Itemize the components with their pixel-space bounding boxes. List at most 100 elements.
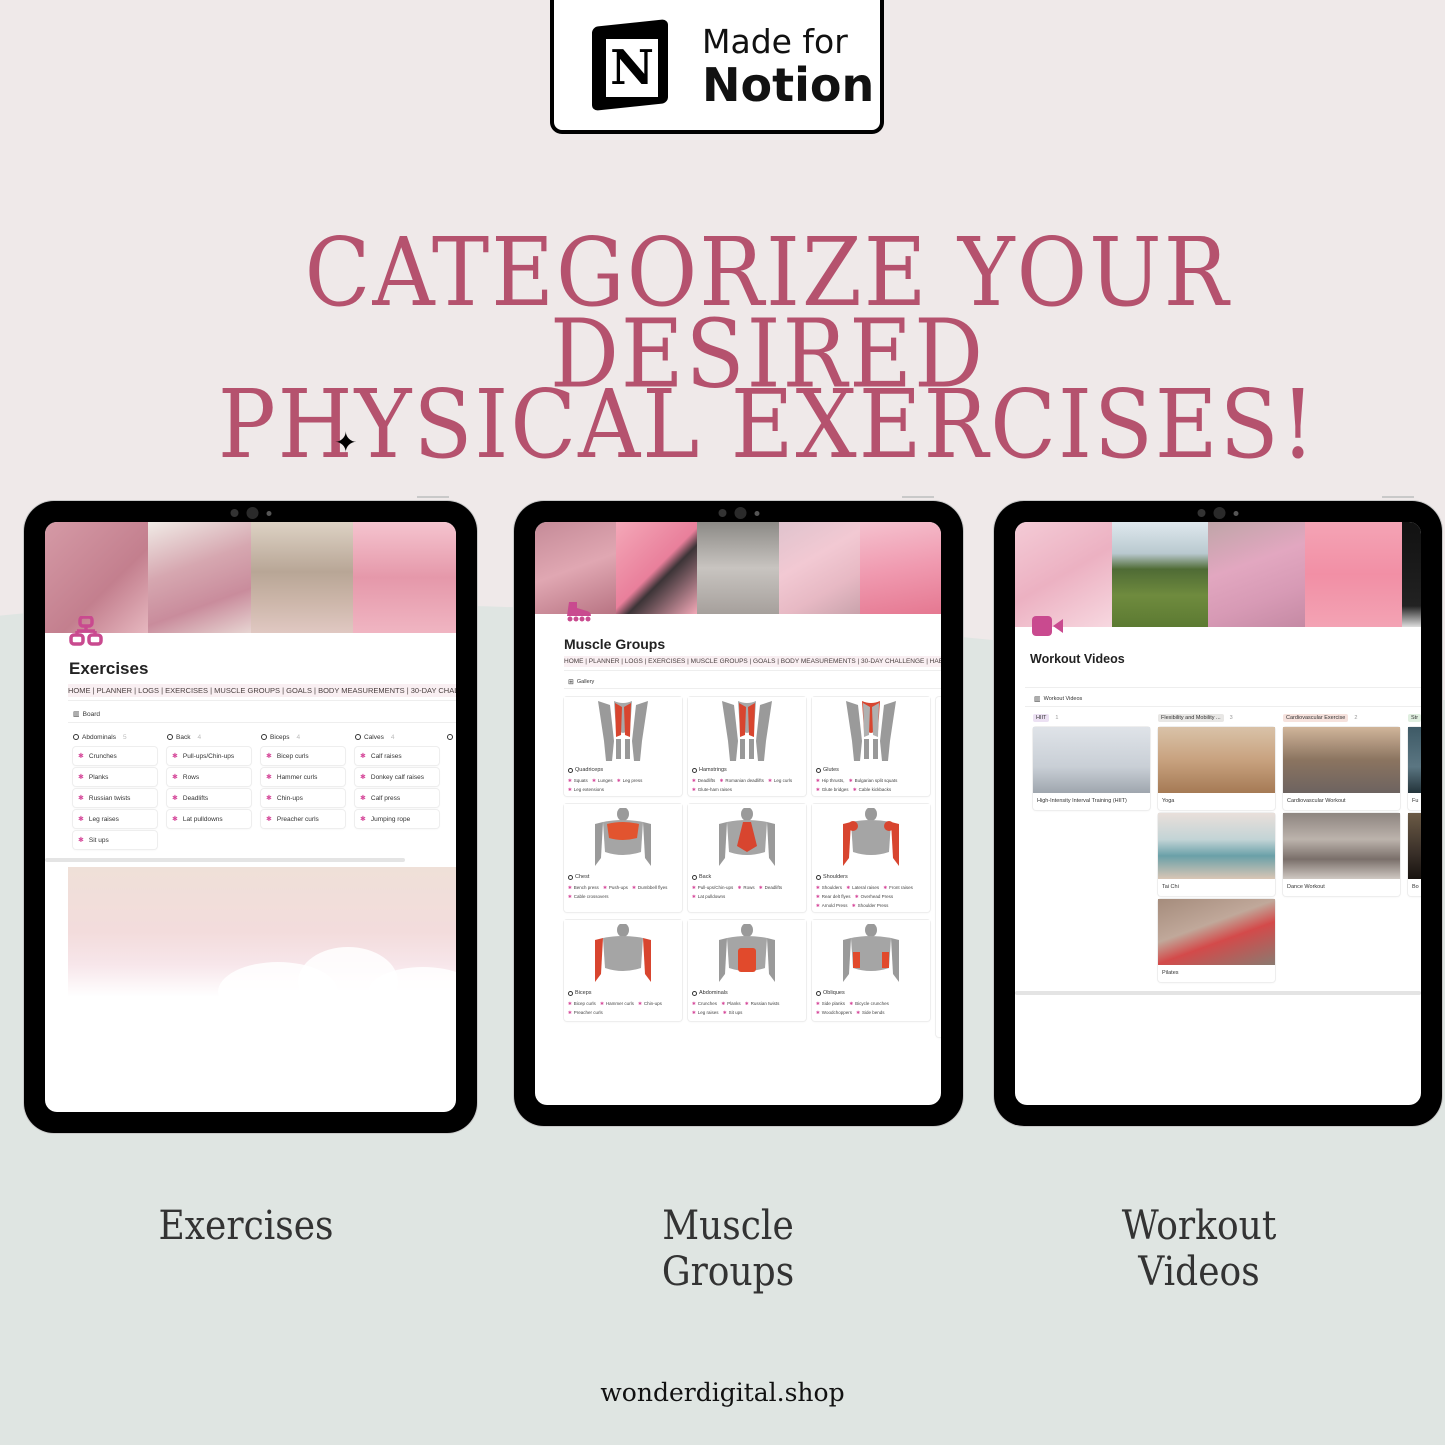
exercise-name: Chin-ups bbox=[276, 794, 303, 802]
exercise-tag: Crunches bbox=[692, 1001, 717, 1006]
status-circle-icon bbox=[568, 767, 573, 773]
view-tab-board[interactable]: ▥ Board bbox=[73, 710, 100, 719]
exercise-tags: Bicep curls Hammer curls Chin-ups Preach… bbox=[568, 999, 678, 1017]
exercise-tag: Push-ups bbox=[603, 885, 628, 890]
cover-image bbox=[535, 522, 941, 614]
video-title: Tai Chi bbox=[1162, 884, 1179, 890]
nav-breadcrumb[interactable]: HOME | PLANNER | LOGS | EXERCISES | MUSC… bbox=[68, 684, 456, 697]
muscle-group-card[interactable]: Glutes Hip thrusts, Bulgarian split squat… bbox=[812, 697, 930, 796]
video-card[interactable]: Tai Chi bbox=[1158, 813, 1275, 896]
exercise-card[interactable]: ✱ Deadlifts bbox=[167, 789, 251, 807]
video-card[interactable]: Fu bbox=[1408, 727, 1421, 810]
anatomy-image bbox=[564, 920, 682, 986]
caption-exercises: Exercises bbox=[158, 1203, 334, 1249]
caption-workout-videos: Workout Videos bbox=[1121, 1203, 1277, 1295]
group-header[interactable]: HIIT 1 bbox=[1033, 714, 1058, 722]
column-name: Abdominals bbox=[82, 733, 116, 741]
group-header[interactable]: Flexibility and Mobility ... 3 bbox=[1158, 714, 1233, 722]
video-card[interactable]: High-Intensity Interval Training (HIIT) bbox=[1033, 727, 1150, 810]
muscle-group-card[interactable]: Quadriceps Squats Lunges Leg press Leg ex… bbox=[564, 697, 682, 796]
camera bbox=[718, 507, 759, 519]
caption-muscle-groups: Muscle Groups bbox=[661, 1203, 795, 1295]
asterisk-icon: ✱ bbox=[172, 795, 178, 802]
tablet-button bbox=[1382, 496, 1414, 498]
exercise-tag: Lunges bbox=[592, 778, 613, 783]
exercise-tag: Bulgarian split squats bbox=[849, 778, 898, 783]
camera bbox=[1197, 507, 1239, 519]
column-header[interactable]: Back 4 bbox=[167, 730, 251, 744]
horizontal-scrollbar[interactable] bbox=[45, 858, 405, 862]
exercise-name: Preacher curls bbox=[276, 815, 319, 823]
view-tab-gallery[interactable]: ⊞ Gallery bbox=[568, 678, 594, 686]
video-title: High-Intensity Interval Training (HIIT) bbox=[1037, 798, 1127, 804]
made-for-notion-badge: N Made for Notion bbox=[550, 0, 884, 134]
exercise-tag: Hip thrusts, bbox=[816, 778, 845, 783]
board-column: Back 4 ✱ Pull-ups/Chin-ups ✱ Rows ✱ Deadlifts ✱ L… bbox=[167, 730, 251, 828]
video-thumbnail bbox=[1408, 813, 1421, 879]
exercise-card[interactable]: ✱ Planks bbox=[73, 768, 157, 786]
board-icon: ▥ bbox=[73, 711, 80, 718]
exercise-tag: Bench press bbox=[568, 885, 599, 890]
horizontal-scrollbar[interactable] bbox=[1015, 991, 1421, 995]
video-card[interactable]: Dance Workout bbox=[1283, 813, 1400, 896]
view-tab-workout-videos[interactable]: ▥ Workout Videos bbox=[1034, 695, 1082, 703]
exercise-tag: Pull-ups/Chin-ups bbox=[692, 885, 733, 890]
group-header[interactable]: Str bbox=[1408, 714, 1421, 722]
exercise-tag: Leg press bbox=[617, 778, 643, 783]
column-count: 4 bbox=[197, 733, 202, 741]
exercise-card[interactable]: ✱ Calf raises bbox=[355, 747, 439, 765]
muscle-groups-screen: Muscle Groups HOME | PLANNER | LOGS | EX… bbox=[535, 522, 941, 1105]
tablet-button bbox=[417, 496, 449, 498]
exercise-tags: Shoulders Lateral raises Front raises Re… bbox=[816, 883, 926, 910]
muscle-group-card[interactable]: Shoulders Shoulders Lateral raises Front … bbox=[812, 804, 930, 912]
muscle-group-card[interactable]: Biceps Bicep curls Hammer curls Chin-ups … bbox=[564, 920, 682, 1021]
exercise-tags: Squats Lunges Leg press Leg extensions bbox=[568, 776, 678, 794]
exercise-tag: Lat pulldowns bbox=[692, 894, 725, 899]
muscle-group-card[interactable]: Obliques Side planks Bicycle crunches Woo… bbox=[812, 920, 930, 1021]
muscle-group-name: Shoulders bbox=[816, 874, 930, 880]
exercise-card[interactable]: ✱ Preacher curls bbox=[261, 810, 345, 828]
video-card[interactable]: Yoga bbox=[1158, 727, 1275, 810]
video-card[interactable]: Cardiovascular Workout bbox=[1283, 727, 1400, 810]
exercise-card[interactable]: ✱ Calf press bbox=[355, 789, 439, 807]
anatomy-image bbox=[688, 697, 806, 763]
exercise-card[interactable]: ✱ Donkey calf raises bbox=[355, 768, 439, 786]
asterisk-icon: ✱ bbox=[360, 795, 366, 802]
exercise-card[interactable]: ✱ Sit ups bbox=[73, 831, 157, 849]
exercise-card[interactable]: ✱ Jumping rope bbox=[355, 810, 439, 828]
status-circle-icon bbox=[261, 734, 267, 740]
video-card[interactable]: Bo bbox=[1408, 813, 1421, 896]
muscle-group-card[interactable]: Back Pull-ups/Chin-ups Rows Deadlifts Lat… bbox=[688, 804, 806, 912]
page-title: Exercises bbox=[69, 659, 149, 678]
video-card[interactable]: Pilates bbox=[1158, 899, 1275, 982]
nav-breadcrumb[interactable]: HOME | PLANNER | LOGS | EXERCISES | MUSC… bbox=[564, 656, 941, 667]
exercise-card[interactable]: ✱ Chin-ups bbox=[261, 789, 345, 807]
muscle-group-card-partial[interactable] bbox=[936, 697, 941, 1037]
exercise-tag: Glute bridges bbox=[816, 787, 849, 792]
anatomy-image bbox=[564, 804, 682, 870]
column-header[interactable]: Biceps 4 bbox=[261, 730, 345, 744]
board-icon: ▥ bbox=[1034, 696, 1041, 703]
group-count: 3 bbox=[1229, 715, 1233, 721]
group-header[interactable]: Cardiovascular Exercise 2 bbox=[1283, 714, 1357, 722]
muscle-group-card[interactable]: Hamstrings Deadlifts Romanian deadlifts L… bbox=[688, 697, 806, 796]
exercise-card[interactable]: ✱ Leg raises bbox=[73, 810, 157, 828]
exercise-card[interactable]: ✱ Pull-ups/Chin-ups bbox=[167, 747, 251, 765]
exercise-tag: Front raises bbox=[883, 885, 913, 890]
column-header[interactable]: Calves 4 bbox=[355, 730, 439, 744]
video-thumbnail bbox=[1158, 899, 1275, 965]
exercise-card[interactable]: ✱ Crunches bbox=[73, 747, 157, 765]
status-circle-icon bbox=[692, 990, 697, 996]
notion-logo-icon: N bbox=[588, 19, 674, 111]
exercise-card[interactable]: ✱ Russian twists bbox=[73, 789, 157, 807]
video-title: Cardiovascular Workout bbox=[1287, 798, 1346, 804]
exercise-card[interactable]: ✱ Bicep curls bbox=[261, 747, 345, 765]
muscle-group-name: Abdominals bbox=[692, 990, 806, 996]
footer-url[interactable]: wonderdigital.shop bbox=[0, 1378, 1445, 1407]
column-header[interactable]: Abdominals 5 bbox=[73, 730, 157, 744]
muscle-group-card[interactable]: Chest Bench press Push-ups Dumbbell flyes… bbox=[564, 804, 682, 912]
exercise-card[interactable]: ✱ Hammer curls bbox=[261, 768, 345, 786]
exercise-card[interactable]: ✱ Lat pulldowns bbox=[167, 810, 251, 828]
exercise-card[interactable]: ✱ Rows bbox=[167, 768, 251, 786]
muscle-group-card[interactable]: Abdominals Crunches Planks Russian twists… bbox=[688, 920, 806, 1021]
